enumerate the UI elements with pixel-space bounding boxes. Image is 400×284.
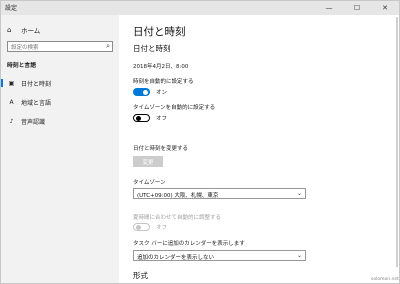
watermark: solomon.net (371, 277, 399, 282)
home-icon: ⌂ (7, 26, 12, 34)
auto-time-toggle[interactable] (133, 88, 150, 96)
page-title: 日付と時刻 (133, 26, 186, 38)
sidebar-item-label: 音声認識 (21, 118, 46, 126)
sidebar-item-date-time[interactable]: ▣ 日付と時刻 (1, 77, 119, 89)
auto-time-label: 時刻を自動的に設定する (133, 79, 194, 85)
toggle-knob (135, 115, 141, 121)
timezone-select[interactable]: (UTC+09:00) 大阪、札幌、東京 ⌄ (133, 188, 306, 199)
auto-timezone-label: タイムゾーンを自動的に設定する (133, 105, 216, 111)
format-section-title: 形式 (133, 271, 148, 280)
change-datetime-button[interactable]: 変更 (133, 156, 163, 167)
auto-timezone-row: オフ (133, 114, 167, 122)
calendar-clock-icon: ▣ (8, 79, 15, 87)
search-placeholder: 設定の検索 (11, 45, 39, 51)
dst-toggle[interactable] (133, 223, 150, 231)
taskbar-calendar-label: タスク バーに追加のカレンダーを表示します (133, 241, 245, 247)
close-icon: ✕ (382, 4, 388, 12)
dst-label: 夏時間に合わせて自動的に調整する (133, 215, 222, 221)
home-label: ホーム (21, 27, 41, 35)
chevron-down-icon: ⌄ (296, 252, 302, 259)
settings-window: 設定 — ☐ ✕ ⌂ ホーム 設定の検索 ⌕ 時刻と言語 ▣ 日付と時刻 A 地… (0, 0, 400, 284)
auto-timezone-state: オフ (156, 116, 168, 122)
window-title: 設定 (5, 5, 18, 12)
toggle-knob (135, 224, 141, 230)
minimize-icon: — (325, 4, 333, 12)
sidebar-item-label: 地域と言語 (21, 99, 52, 107)
toggle-knob (143, 89, 148, 95)
title-bar[interactable]: 設定 — ☐ ✕ (1, 1, 399, 15)
auto-timezone-toggle[interactable] (133, 114, 150, 122)
sidebar-home[interactable]: ⌂ ホーム (7, 25, 40, 35)
change-datetime-label: 日付と時刻を変更する (133, 146, 189, 152)
sidebar-section-title: 時刻と言語 (7, 63, 36, 69)
sidebar-item-region-language[interactable]: A 地域と言語 (1, 96, 119, 108)
maximize-icon: ☐ (353, 4, 361, 12)
vertical-scrollbar[interactable] (396, 17, 398, 267)
section-title: 日付と時刻 (133, 44, 171, 53)
sidebar: ⌂ ホーム 設定の検索 ⌕ 時刻と言語 ▣ 日付と時刻 A 地域と言語 ♪ 音声… (1, 15, 119, 283)
sidebar-item-speech[interactable]: ♪ 音声認識 (1, 115, 119, 127)
chevron-down-icon: ⌄ (296, 190, 302, 197)
dst-row: オフ (133, 223, 167, 231)
timezone-value: (UTC+09:00) 大阪、札幌、東京 (137, 192, 219, 199)
auto-time-row: オン (133, 88, 167, 96)
microphone-icon: ♪ (9, 117, 14, 125)
auto-time-state: オン (156, 90, 168, 96)
timezone-label: タイムゾーン (133, 180, 166, 186)
minimize-button[interactable]: — (315, 1, 343, 15)
current-datetime: 2018年4月2日、8:00 (133, 64, 189, 70)
close-button[interactable]: ✕ (371, 1, 399, 15)
maximize-button[interactable]: ☐ (343, 1, 371, 15)
globe-language-icon: A (9, 98, 14, 106)
taskbar-calendar-select[interactable]: 追加のカレンダーを表示しない ⌄ (133, 250, 306, 261)
settings-search-input[interactable]: 設定の検索 ⌕ (7, 41, 113, 52)
dst-state: オフ (156, 225, 168, 231)
search-icon: ⌕ (106, 42, 110, 50)
taskbar-calendar-value: 追加のカレンダーを表示しない (137, 254, 215, 261)
main-content: 日付と時刻 日付と時刻 2018年4月2日、8:00 時刻を自動的に設定する オ… (119, 15, 399, 283)
sidebar-item-label: 日付と時刻 (21, 80, 52, 88)
